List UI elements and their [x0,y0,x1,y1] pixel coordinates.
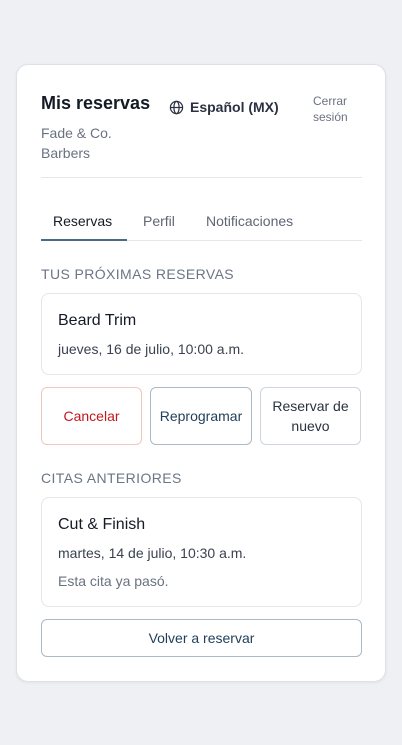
past-section-label: CITAS ANTERIORES [41,470,182,486]
language-selector[interactable]: Español (MX) [169,99,279,115]
cancel-button[interactable]: Cancelar [41,387,142,445]
appointment-datetime: jueves, 16 de julio, 10:00 a.m. [58,341,245,357]
tab-perfil[interactable]: Perfil [143,213,175,229]
language-label: Español (MX) [190,99,279,115]
bookings-card: Mis reservas Fade & Co. Barbers Español … [16,64,386,682]
active-tab-indicator [41,239,127,241]
card-header: Mis reservas Fade & Co. Barbers Español … [41,93,362,179]
tab-notificaciones[interactable]: Notificaciones [206,213,293,229]
past-appointment-card: Cut & Finish martes, 14 de julio, 10:30 … [41,497,362,607]
header-divider [41,177,362,178]
appointment-datetime: martes, 14 de julio, 10:30 a.m. [58,545,247,561]
upcoming-appointment-card: Beard Trim jueves, 16 de julio, 10:00 a.… [41,293,362,375]
rebook-button[interactable]: Volver a reservar [41,619,362,657]
logout-link[interactable]: Cerrar sesión [313,93,363,125]
appointment-service: Beard Trim [58,312,137,329]
tab-bar: Reservas Perfil Notificaciones [41,201,362,241]
globe-icon [169,100,184,115]
upcoming-section-label: TUS PRÓXIMAS RESERVAS [41,266,235,282]
business-name: Fade & Co. Barbers [41,125,112,161]
book-again-button[interactable]: Reservar de nuevo [260,387,361,445]
tab-reservas[interactable]: Reservas [53,213,112,229]
appointment-note: Esta cita ya pasó. [58,573,169,589]
reschedule-button[interactable]: Reprogramar [150,387,252,445]
appointment-service: Cut & Finish [58,516,146,533]
page-title: Mis reservas [41,93,151,113]
